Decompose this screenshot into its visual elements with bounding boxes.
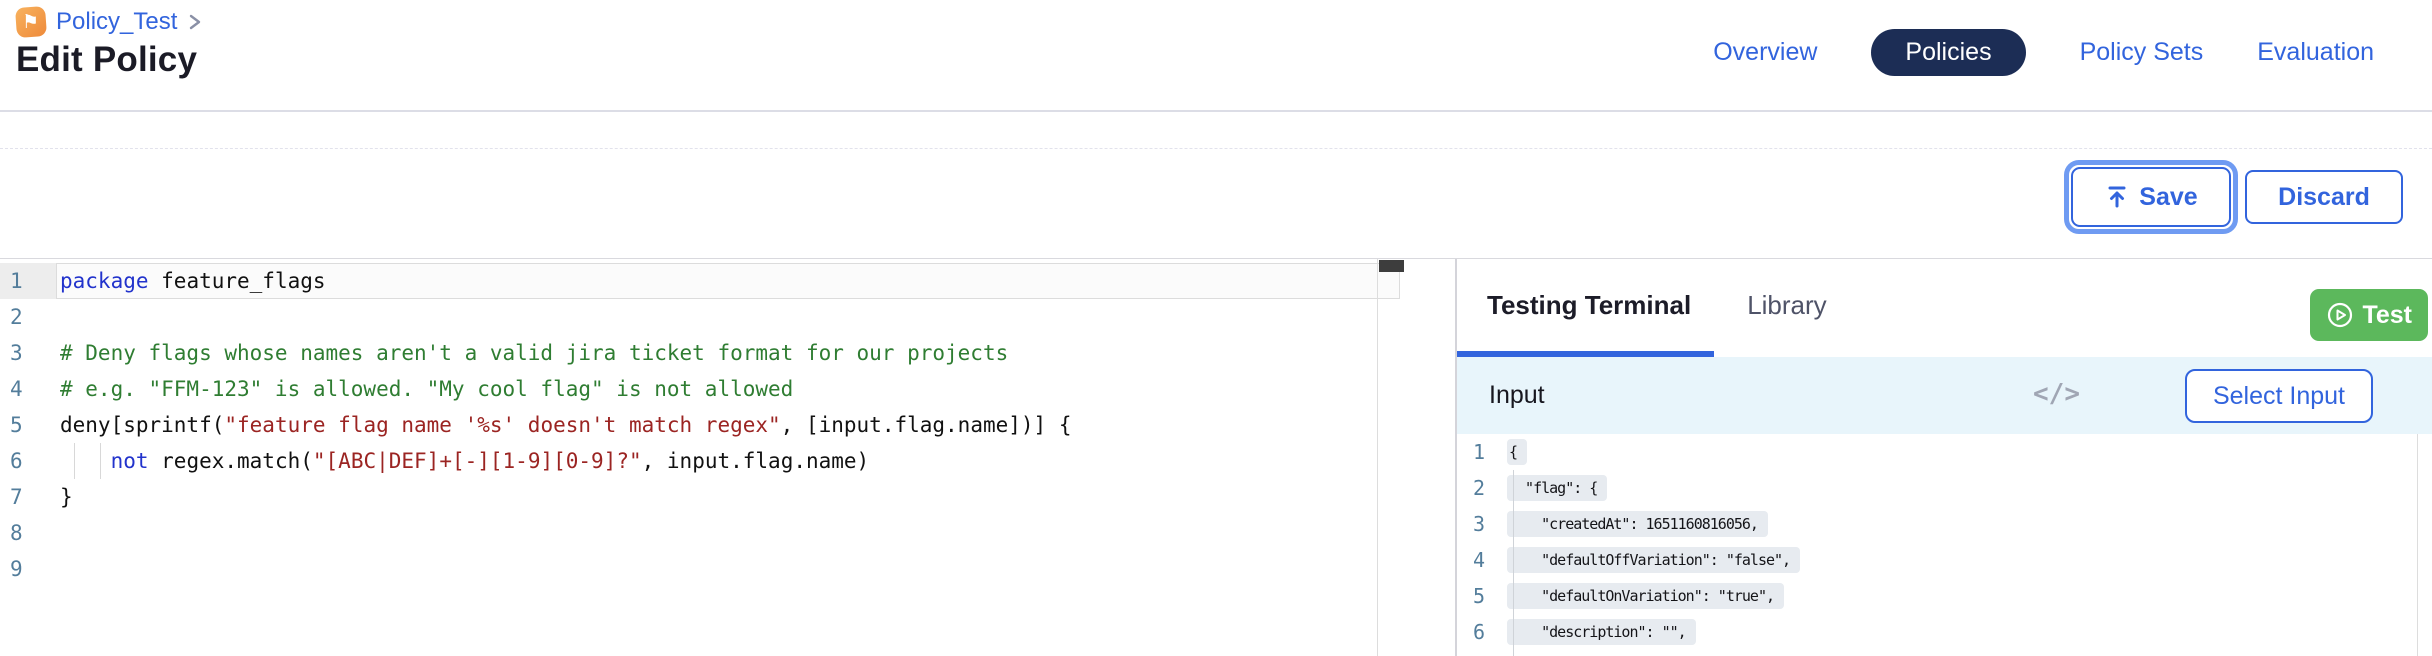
code-line-7[interactable]: 7} bbox=[0, 479, 1404, 515]
json-line-content: "defaultOnVariation": "true", bbox=[1507, 583, 1784, 609]
line-number: 4 bbox=[0, 371, 56, 407]
json-indent-guide bbox=[1513, 470, 1514, 656]
line-number: 2 bbox=[1457, 476, 1501, 500]
line-number: 9 bbox=[0, 551, 56, 587]
json-line-2[interactable]: 2 "flag": { bbox=[1457, 470, 2432, 506]
policy-editor-lines: 1package feature_flags23# Deny flags who… bbox=[0, 263, 1404, 587]
header-nav: Overview Policies Policy Sets Evaluation bbox=[1713, 27, 2374, 77]
json-line-3[interactable]: 3 "createdAt": 1651160816056, bbox=[1457, 506, 2432, 542]
json-line-content: "flag": { bbox=[1507, 475, 1607, 501]
breadcrumb: ⚑ Policy_Test bbox=[16, 7, 203, 37]
code-line-content bbox=[56, 299, 1404, 335]
code-line-content: package feature_flags bbox=[56, 263, 1400, 299]
policy-workspace: 1package feature_flags23# Deny flags who… bbox=[0, 258, 2432, 656]
tab-testing-terminal[interactable]: Testing Terminal bbox=[1487, 290, 1691, 321]
breadcrumb-project-link[interactable]: Policy_Test bbox=[56, 8, 177, 36]
save-button-focus-ring: Save bbox=[2064, 160, 2238, 234]
code-brackets-icon[interactable]: </> bbox=[2033, 379, 2080, 409]
json-line-6[interactable]: 6 "description": "", bbox=[1457, 614, 2432, 650]
json-line-content: "defaultOffVariation": "false", bbox=[1507, 547, 1800, 573]
code-line-content: deny[sprintf("feature flag name '%s' doe… bbox=[56, 407, 1404, 443]
code-line-8[interactable]: 8 bbox=[0, 515, 1404, 551]
json-line-content: { bbox=[1507, 439, 1527, 465]
code-line-3[interactable]: 3# Deny flags whose names aren't a valid… bbox=[0, 335, 1404, 371]
test-button-label: Test bbox=[2362, 301, 2412, 330]
line-number: 6 bbox=[0, 443, 56, 479]
code-line-2[interactable]: 2 bbox=[0, 299, 1404, 335]
input-header-bar: Input </> Select Input bbox=[1457, 357, 2432, 434]
line-number: 5 bbox=[1457, 584, 1501, 608]
page-title: Edit Policy bbox=[16, 40, 197, 80]
input-label: Input bbox=[1489, 381, 1545, 410]
editor-scrollbar-thumb[interactable] bbox=[1379, 260, 1404, 272]
discard-button[interactable]: Discard bbox=[2245, 170, 2403, 224]
json-scrollbar-track bbox=[2417, 434, 2418, 656]
edit-policy-page: ⚑ Policy_Test Edit Policy Overview Polici… bbox=[0, 0, 2432, 656]
input-json-editor[interactable]: 1{2 "flag": {3 "createdAt": 165116081605… bbox=[1457, 434, 2432, 656]
code-line-content: } bbox=[56, 479, 1404, 515]
line-number: 6 bbox=[1457, 620, 1501, 644]
play-circle-icon bbox=[2326, 301, 2354, 329]
line-number: 7 bbox=[0, 479, 56, 515]
input-json-lines: 1{2 "flag": {3 "createdAt": 165116081605… bbox=[1457, 434, 2432, 650]
code-line-9[interactable]: 9 bbox=[0, 551, 1404, 587]
code-line-5[interactable]: 5deny[sprintf("feature flag name '%s' do… bbox=[0, 407, 1404, 443]
testing-panel: Testing Terminal Library Test Input </> S… bbox=[1457, 259, 2432, 656]
save-button[interactable]: Save bbox=[2071, 167, 2231, 227]
code-line-content bbox=[56, 515, 1404, 551]
line-number: 1 bbox=[1457, 440, 1501, 464]
chevron-right-icon bbox=[187, 12, 203, 32]
json-line-content: "description": "", bbox=[1507, 619, 1696, 645]
flag-icon: ⚑ bbox=[15, 6, 47, 38]
json-line-5[interactable]: 5 "defaultOnVariation": "true", bbox=[1457, 578, 2432, 614]
code-line-6[interactable]: 6 not regex.match("[ABC|DEF]+[-][1-9][0-… bbox=[0, 443, 1404, 479]
nav-tab-policy-sets[interactable]: Policy Sets bbox=[2080, 38, 2204, 67]
page-header: ⚑ Policy_Test Edit Policy Overview Polici… bbox=[0, 0, 2432, 112]
select-input-button[interactable]: Select Input bbox=[2185, 369, 2373, 423]
json-line-1[interactable]: 1{ bbox=[1457, 434, 2432, 470]
line-number: 3 bbox=[1457, 512, 1501, 536]
code-line-4[interactable]: 4# e.g. "FFM-123" is allowed. "My cool f… bbox=[0, 371, 1404, 407]
json-line-4[interactable]: 4 "defaultOffVariation": "false", bbox=[1457, 542, 2432, 578]
save-button-label: Save bbox=[2139, 183, 2197, 212]
policy-code-editor[interactable]: 1package feature_flags23# Deny flags who… bbox=[0, 259, 1404, 656]
test-button[interactable]: Test bbox=[2310, 289, 2428, 341]
nav-tab-policies[interactable]: Policies bbox=[1871, 29, 2025, 76]
line-number: 4 bbox=[1457, 548, 1501, 572]
nav-tab-evaluation[interactable]: Evaluation bbox=[2257, 38, 2374, 67]
line-number: 8 bbox=[0, 515, 56, 551]
code-line-content bbox=[56, 551, 1404, 587]
upload-arrow-icon bbox=[2104, 184, 2130, 210]
policy-toolbar: Policy_1_updated Save Discard bbox=[0, 112, 2432, 258]
line-number: 2 bbox=[0, 299, 56, 335]
code-line-1[interactable]: 1package feature_flags bbox=[0, 263, 1404, 299]
json-line-content: "createdAt": 1651160816056, bbox=[1507, 511, 1768, 537]
code-line-content: # e.g. "FFM-123" is allowed. "My cool fl… bbox=[56, 371, 1404, 407]
line-number: 1 bbox=[0, 263, 56, 299]
line-number: 5 bbox=[0, 407, 56, 443]
divider-dashed bbox=[0, 148, 2432, 149]
line-number: 3 bbox=[0, 335, 56, 371]
code-line-content: not regex.match("[ABC|DEF]+[-][1-9][0-9]… bbox=[56, 443, 1404, 479]
editor-scrollbar-track bbox=[1377, 259, 1405, 656]
tab-library[interactable]: Library bbox=[1747, 290, 1826, 321]
terminal-tabs: Testing Terminal Library bbox=[1487, 259, 1827, 351]
nav-tab-overview[interactable]: Overview bbox=[1713, 38, 1817, 67]
code-line-content: # Deny flags whose names aren't a valid … bbox=[56, 335, 1404, 371]
